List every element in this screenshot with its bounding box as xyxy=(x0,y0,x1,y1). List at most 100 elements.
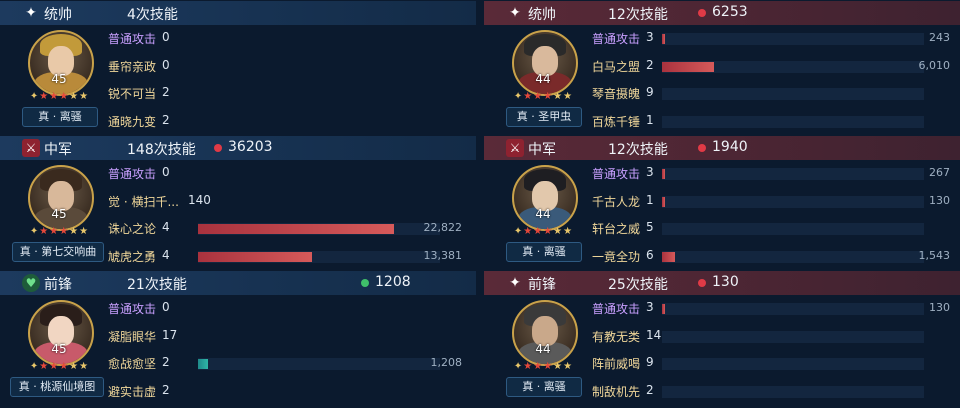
skill-row[interactable]: 普通攻击 0 xyxy=(108,28,476,50)
skill-name: 普通攻击 xyxy=(108,32,157,46)
skill-name: 普通攻击 xyxy=(108,302,157,316)
skill-trigger-count: 9 xyxy=(646,355,654,369)
skill-count-label: 4次技能 xyxy=(127,7,178,23)
skill-row[interactable]: 普通攻击 3 243 xyxy=(592,28,960,50)
skill-row[interactable]: 阵前威喝 9 xyxy=(592,353,960,375)
star-icon: ✦ xyxy=(513,226,523,237)
left-team-panel: ✦ 统帅 4次技能 45 ✦ ★ ★ ★ ★ ★ 真 · 离骚 普通攻击 0 垂帘亲政 0 锐不可当 2 通晓九变… xyxy=(0,0,476,408)
skill-trigger-count: 3 xyxy=(646,30,654,44)
skill-name: 锐不可当 xyxy=(108,87,157,101)
damage-value: 6,010 xyxy=(918,58,951,72)
skill-row[interactable]: 通晓九变 2 xyxy=(108,111,476,133)
star-icon: ★ xyxy=(533,361,543,372)
star-rating: ✦ ★ ★ ★ ★ ★ xyxy=(28,226,90,238)
general-card[interactable]: 44 ✦ ★ ★ ★ ★ ★ 真 · 圣甲虫 xyxy=(506,30,582,128)
general-card[interactable]: 44 ✦ ★ ★ ★ ★ ★ 真 · 离骚 xyxy=(506,165,582,263)
skill-row[interactable]: 普通攻击 3 267 xyxy=(592,163,960,185)
damage-bar xyxy=(198,224,394,234)
skill-name: 一竟全功 xyxy=(592,249,641,264)
team-section-统帅: ✦ 统帅 4次技能 45 ✦ ★ ★ ★ ★ ★ 真 · 离骚 普通攻击 0 垂帘亲政 0 锐不可当 2 通晓九变… xyxy=(0,0,476,136)
damage-bar xyxy=(198,251,312,262)
skill-row[interactable]: 锐不可当 2 xyxy=(108,83,476,105)
skill-row[interactable]: 轩台之威 5 xyxy=(592,218,960,240)
damage-bar xyxy=(662,251,675,262)
skill-name: 普通攻击 xyxy=(108,167,157,181)
heart-icon: ♥ xyxy=(22,274,40,292)
skill-row[interactable]: 凝脂眼华 17 xyxy=(108,326,476,348)
skill-trigger-count: 17 xyxy=(162,327,178,342)
tactic-tag: 真 · 离骚 xyxy=(22,107,98,127)
general-level: 44 xyxy=(535,72,551,86)
skill-row[interactable]: 琴音摄魄 9 xyxy=(592,83,960,105)
general-portrait xyxy=(512,30,578,96)
damage-bar-track xyxy=(662,60,924,73)
skill-row[interactable]: 愈战愈坚 2 1,208 xyxy=(108,353,476,375)
general-portrait xyxy=(28,165,94,231)
skill-row[interactable]: 白马之盟 2 6,010 xyxy=(592,56,960,78)
skill-name: 普通攻击 xyxy=(592,32,641,46)
star-icon: ✦ xyxy=(513,91,523,102)
general-level: 45 xyxy=(51,72,67,86)
star-icon: ★ xyxy=(543,361,553,372)
star-icon: ★ xyxy=(563,226,573,237)
star-rating: ✦ ★ ★ ★ ★ ★ xyxy=(512,91,574,103)
damage-value: 1,208 xyxy=(430,356,463,369)
tactic-tag: 真 · 离骚 xyxy=(506,242,582,262)
damage-bar-track xyxy=(662,88,924,100)
skill-trigger-count: 14 xyxy=(646,327,662,342)
skill-row[interactable]: 避实击虚 2 xyxy=(108,381,476,403)
section-header: ⚔ 中军 12次技能 1940 xyxy=(484,136,960,160)
general-card[interactable]: 45 ✦ ★ ★ ★ ★ ★ 真 · 离骚 xyxy=(22,30,98,128)
skill-name: 普通攻击 xyxy=(592,167,641,181)
star-icon: ★ xyxy=(553,226,563,237)
star-icon: ★ xyxy=(553,361,563,372)
damage-value: 130 xyxy=(929,301,950,314)
total-damage: 1208 xyxy=(375,274,411,290)
tactic-tag: 真 · 圣甲虫 xyxy=(506,107,582,127)
star-icon: ✦ xyxy=(509,5,521,21)
damage-bar-track xyxy=(662,358,924,370)
skill-name: 琴音摄魄 xyxy=(592,87,641,101)
skill-row[interactable]: 一竟全功 6 1,543 xyxy=(592,246,960,268)
damage-value: 130 xyxy=(929,193,950,207)
skill-trigger-count: 4 xyxy=(162,220,170,234)
skill-row[interactable]: 制敌机先 2 xyxy=(592,381,960,403)
skill-trigger-count: 2 xyxy=(646,57,654,72)
skill-trigger-count: 3 xyxy=(646,165,654,179)
star-icon: ★ xyxy=(79,91,89,102)
skill-name: 觉 · 横扫千... xyxy=(108,194,179,209)
tactic-tag: 真 · 桃源仙境图 xyxy=(10,377,104,397)
skill-row[interactable]: 千古人龙 1 130 xyxy=(592,191,960,213)
damage-bar-track xyxy=(662,385,924,398)
star-icon: ★ xyxy=(39,226,49,237)
role-label: 中军 xyxy=(44,142,72,158)
skill-row[interactable]: 普通攻击 0 xyxy=(108,163,476,185)
general-card[interactable]: 44 ✦ ★ ★ ★ ★ ★ 真 · 离骚 xyxy=(506,300,582,398)
star-icon: ★ xyxy=(79,361,89,372)
star-icon: ★ xyxy=(543,91,553,102)
skill-row[interactable]: 普通攻击 0 xyxy=(108,298,476,320)
section-header: ✦ 统帅 4次技能 xyxy=(0,1,476,25)
right-team-panel: ✦ 统帅 12次技能 6253 44 ✦ ★ ★ ★ ★ ★ 真 · 圣甲虫 普通攻击 3 243 白马之盟 2… xyxy=(484,0,960,408)
skill-row[interactable]: 觉 · 横扫千... 140 xyxy=(108,191,476,213)
general-portrait xyxy=(28,300,94,366)
skill-row[interactable]: 百炼千锤 1 xyxy=(592,111,960,133)
star-icon: ★ xyxy=(533,91,543,102)
skill-row[interactable]: 普通攻击 3 130 xyxy=(592,298,960,320)
star-icon: ★ xyxy=(39,91,49,102)
skill-row[interactable]: 垂帘亲政 0 xyxy=(108,56,476,78)
skill-row[interactable]: 虓虎之勇 4 13,381 xyxy=(108,246,476,268)
role-label: 前锋 xyxy=(44,277,72,293)
general-card[interactable]: 45 ✦ ★ ★ ★ ★ ★ 真 · 桃源仙境图 xyxy=(10,300,104,398)
general-level: 45 xyxy=(51,342,67,356)
damage-bar-track xyxy=(662,115,924,128)
general-card[interactable]: 45 ✦ ★ ★ ★ ★ ★ 真 · 第七交响曲 xyxy=(12,165,104,263)
damage-bar xyxy=(662,169,665,179)
tactic-tag: 真 · 第七交响曲 xyxy=(12,242,104,262)
skill-trigger-count: 6 xyxy=(646,247,654,262)
damage-bar-track xyxy=(198,223,440,235)
damage-bar xyxy=(662,61,714,72)
skill-row[interactable]: 有教无类 14 xyxy=(592,326,960,348)
skill-row[interactable]: 诛心之论 4 22,822 xyxy=(108,218,476,240)
team-section-统帅: ✦ 统帅 12次技能 6253 44 ✦ ★ ★ ★ ★ ★ 真 · 圣甲虫 普通攻击 3 243 白马之盟 2… xyxy=(484,0,960,136)
